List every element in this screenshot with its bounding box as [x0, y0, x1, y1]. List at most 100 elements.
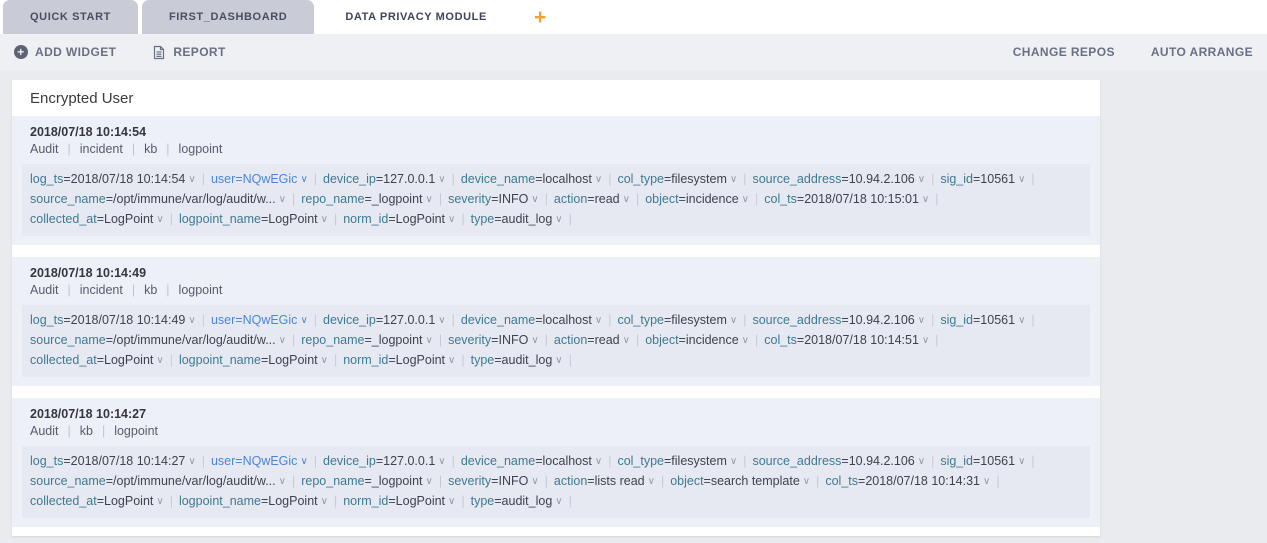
field-user[interactable]: user=NQwEGic∨	[211, 313, 308, 327]
field-key: logpoint_name	[179, 212, 261, 226]
field-key: object	[645, 333, 678, 347]
field-source_name[interactable]: source_name=/opt/immune/var/log/audit/w.…	[30, 474, 286, 488]
field-col_type[interactable]: col_type=filesystem∨	[617, 454, 737, 468]
chevron-down-icon: ∨	[595, 456, 602, 467]
field-norm_id[interactable]: norm_id=LogPoint∨	[343, 353, 455, 367]
auto-arrange-button[interactable]: AUTO ARRANGE	[1151, 45, 1253, 59]
field-type[interactable]: type=audit_log∨	[471, 494, 563, 508]
add-widget-button[interactable]: + ADD WIDGET	[14, 45, 116, 59]
field-source_name[interactable]: source_name=/opt/immune/var/log/audit/w.…	[30, 192, 286, 206]
field-device_name[interactable]: device_name=localhost∨	[461, 172, 602, 186]
field-key: sig_id	[940, 172, 973, 186]
tag-link[interactable]: kb	[144, 283, 157, 297]
field-action[interactable]: action=read∨	[554, 333, 630, 347]
field-object[interactable]: object=incidence∨	[645, 192, 749, 206]
chevron-down-icon: ∨	[922, 335, 929, 346]
field-separator: |	[439, 192, 442, 206]
field-key: collected_at	[30, 353, 97, 367]
field-col_type[interactable]: col_type=filesystem∨	[617, 172, 737, 186]
field-user[interactable]: user=NQwEGic∨	[211, 454, 308, 468]
field-norm_id[interactable]: norm_id=LogPoint∨	[343, 494, 455, 508]
tag-link[interactable]: kb	[144, 142, 157, 156]
field-value: =LogPoint	[261, 353, 318, 367]
field-source_address[interactable]: source_address=10.94.2.106∨	[752, 172, 925, 186]
field-separator: |	[1031, 313, 1034, 327]
field-device_ip[interactable]: device_ip=127.0.0.1∨	[323, 454, 446, 468]
field-repo_name[interactable]: repo_name=_logpoint∨	[301, 333, 433, 347]
field-col_ts[interactable]: col_ts=2018/07/18 10:14:31∨	[825, 474, 990, 488]
field-collected_at[interactable]: collected_at=LogPoint∨	[30, 212, 164, 226]
tag-link[interactable]: logpoint	[114, 424, 158, 438]
field-source_address[interactable]: source_address=10.94.2.106∨	[752, 313, 925, 327]
tag-link[interactable]: logpoint	[179, 142, 223, 156]
field-value: =10561	[973, 313, 1015, 327]
field-separator: |	[569, 212, 572, 226]
field-col_type[interactable]: col_type=filesystem∨	[617, 313, 737, 327]
field-type[interactable]: type=audit_log∨	[471, 212, 563, 226]
field-type[interactable]: type=audit_log∨	[471, 353, 563, 367]
tag-link[interactable]: incident	[80, 142, 123, 156]
entry-tags: Audit|kb|logpoint	[30, 422, 1090, 441]
chevron-down-icon: ∨	[742, 194, 749, 205]
log-entry: 2018/07/18 10:14:27Audit|kb|logpointlog_…	[12, 398, 1100, 527]
tag-link[interactable]: Audit	[30, 283, 59, 297]
field-sig_id[interactable]: sig_id=10561∨	[940, 172, 1025, 186]
report-button[interactable]: REPORT	[152, 45, 225, 60]
tag-link[interactable]: Audit	[30, 142, 59, 156]
field-device_ip[interactable]: device_ip=127.0.0.1∨	[323, 313, 446, 327]
field-device_name[interactable]: device_name=localhost∨	[461, 454, 602, 468]
field-user[interactable]: user=NQwEGic∨	[211, 172, 308, 186]
field-severity[interactable]: severity=INFO∨	[448, 192, 539, 206]
field-log_ts[interactable]: log_ts=2018/07/18 10:14:27∨	[30, 454, 196, 468]
field-object[interactable]: object=search template∨	[670, 474, 810, 488]
tab-first-dashboard[interactable]: FIRST_DASHBOARD	[142, 0, 314, 34]
field-key: collected_at	[30, 212, 97, 226]
field-norm_id[interactable]: norm_id=LogPoint∨	[343, 212, 455, 226]
field-key: device_name	[461, 454, 535, 468]
field-device_ip[interactable]: device_ip=127.0.0.1∨	[323, 172, 446, 186]
chevron-down-icon: ∨	[555, 496, 562, 507]
field-logpoint_name[interactable]: logpoint_name=LogPoint∨	[179, 494, 328, 508]
field-value: =read	[587, 192, 619, 206]
change-repos-button[interactable]: CHANGE REPOS	[1013, 45, 1115, 59]
tag-link[interactable]: incident	[80, 283, 123, 297]
field-source_name[interactable]: source_name=/opt/immune/var/log/audit/w.…	[30, 333, 286, 347]
tag-link[interactable]: kb	[80, 424, 93, 438]
field-key: collected_at	[30, 494, 97, 508]
chevron-down-icon: ∨	[742, 335, 749, 346]
field-action[interactable]: action=lists read∨	[554, 474, 655, 488]
field-log_ts[interactable]: log_ts=2018/07/18 10:14:49∨	[30, 313, 196, 327]
field-object[interactable]: object=incidence∨	[645, 333, 749, 347]
field-value: =10.94.2.106	[841, 172, 914, 186]
field-collected_at[interactable]: collected_at=LogPoint∨	[30, 494, 164, 508]
field-action[interactable]: action=read∨	[554, 192, 630, 206]
field-separator: |	[755, 333, 758, 347]
field-value: =LogPoint	[261, 494, 318, 508]
field-collected_at[interactable]: collected_at=LogPoint∨	[30, 353, 164, 367]
tag-separator: |	[132, 283, 135, 297]
encrypted-user-widget: Encrypted User 2018/07/18 10:14:54Audit|…	[12, 80, 1100, 536]
field-severity[interactable]: severity=INFO∨	[448, 474, 539, 488]
field-sig_id[interactable]: sig_id=10561∨	[940, 313, 1025, 327]
field-severity[interactable]: severity=INFO∨	[448, 333, 539, 347]
field-source_address[interactable]: source_address=10.94.2.106∨	[752, 454, 925, 468]
field-logpoint_name[interactable]: logpoint_name=LogPoint∨	[179, 353, 328, 367]
field-value: =localhost	[535, 313, 592, 327]
field-value: =2018/07/18 10:14:54	[63, 172, 185, 186]
field-sig_id[interactable]: sig_id=10561∨	[940, 454, 1025, 468]
tag-link[interactable]: logpoint	[179, 283, 223, 297]
tab-data-privacy-module[interactable]: DATA PRIVACY MODULE	[318, 0, 514, 34]
field-col_ts[interactable]: col_ts=2018/07/18 10:15:01∨	[764, 192, 929, 206]
field-key: source_name	[30, 474, 106, 488]
tab-quick-start[interactable]: QUICK START	[3, 0, 138, 34]
field-key: repo_name	[301, 192, 364, 206]
field-log_ts[interactable]: log_ts=2018/07/18 10:14:54∨	[30, 172, 196, 186]
field-logpoint_name[interactable]: logpoint_name=LogPoint∨	[179, 212, 328, 226]
field-device_name[interactable]: device_name=localhost∨	[461, 313, 602, 327]
tag-link[interactable]: Audit	[30, 424, 59, 438]
field-repo_name[interactable]: repo_name=_logpoint∨	[301, 474, 433, 488]
field-value: =incidence	[679, 192, 739, 206]
field-repo_name[interactable]: repo_name=_logpoint∨	[301, 192, 433, 206]
field-col_ts[interactable]: col_ts=2018/07/18 10:14:51∨	[764, 333, 929, 347]
add-dashboard-button[interactable]: +	[518, 0, 562, 34]
